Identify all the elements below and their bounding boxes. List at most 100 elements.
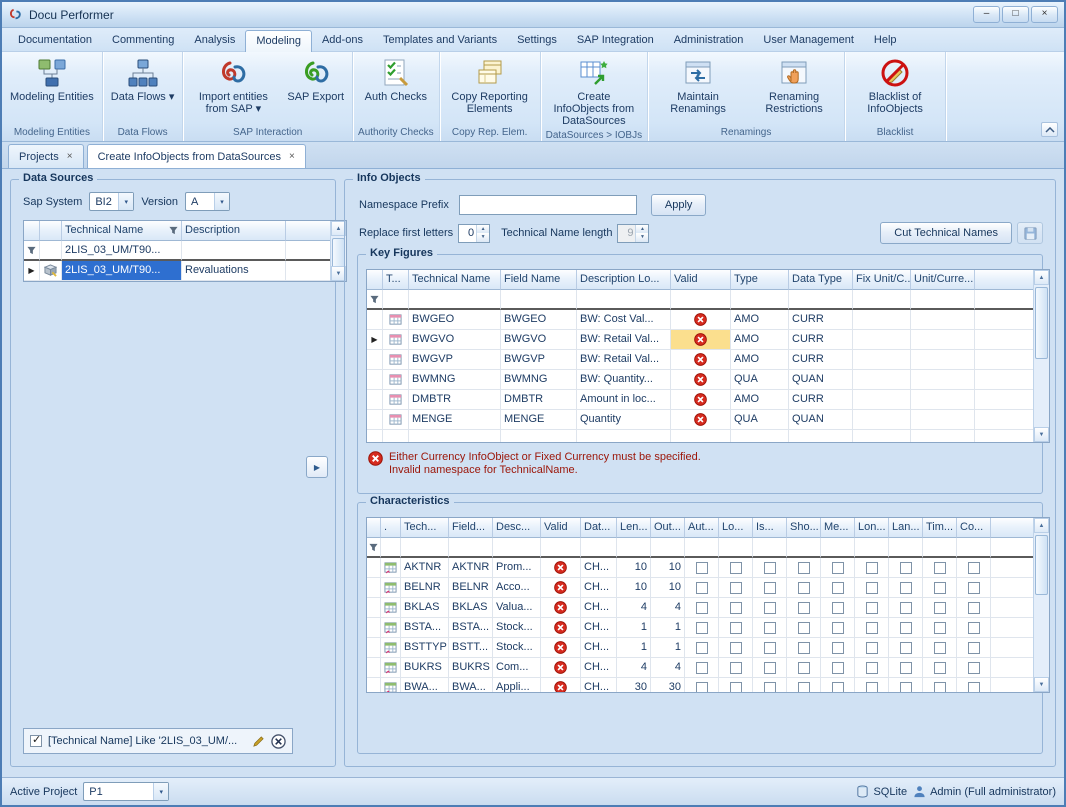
cell-unit-currency[interactable] [911,330,975,350]
cell-unit-currency[interactable] [911,310,975,330]
checkbox[interactable] [696,562,708,574]
checkbox[interactable] [696,682,708,694]
cell-output-length[interactable]: 4 [651,658,685,678]
cell-unit-currency[interactable] [911,370,975,390]
ribbon-button-data-flows[interactable]: Data Flows ▾ [106,54,180,125]
column-header[interactable]: Aut... [685,518,719,538]
checkbox[interactable] [934,622,946,634]
filter-cell[interactable] [449,538,493,558]
cell-flag[interactable] [855,658,889,678]
cell-field-name[interactable]: BELNR [449,578,493,598]
menu-tab-templates-and-variants[interactable]: Templates and Variants [373,30,507,51]
cell-data-type[interactable]: CURR [789,330,853,350]
cell-technical-name[interactable]: BKLAS [401,598,449,618]
cell-flag[interactable] [957,678,991,693]
save-button[interactable] [1017,222,1043,244]
checkbox[interactable] [900,562,912,574]
cell-description[interactable]: BW: Retail Val... [577,350,671,370]
cell-field-name[interactable]: BWA... [449,678,493,693]
datasource-row[interactable]: ▶ 2LIS_03_UM/T90... Revaluations [24,261,346,281]
replace-first-letters-stepper[interactable]: 0 ▲▼ [458,224,490,243]
cell-technical-name[interactable]: BWMNG [409,370,501,390]
checkbox[interactable] [798,662,810,674]
cell-technical-name[interactable]: BSTTYP [401,638,449,658]
column-header[interactable]: Is... [753,518,787,538]
checkbox[interactable] [934,602,946,614]
filter-cell[interactable] [855,538,889,558]
cell-flag[interactable] [855,678,889,693]
filter-cell[interactable] [789,290,853,310]
cell-data-type[interactable]: CH... [581,598,617,618]
cell-valid[interactable] [671,350,731,370]
cell-flag[interactable] [719,558,753,578]
cell-flag[interactable] [787,598,821,618]
edit-filter-button[interactable] [252,735,265,748]
checkbox[interactable] [968,662,980,674]
cell-flag[interactable] [855,638,889,658]
cell-data-type[interactable]: CURR [789,310,853,330]
database-indicator[interactable]: SQLite [856,785,907,798]
user-indicator[interactable]: Admin (Full administrator) [913,785,1056,798]
cell-description[interactable]: Valua... [493,598,541,618]
stepper-up-icon[interactable]: ▲ [477,225,489,234]
cell-fix-unit[interactable] [853,370,911,390]
cell-flag[interactable] [957,658,991,678]
checkbox[interactable] [730,562,742,574]
cell-flag[interactable] [821,678,855,693]
technical-name-length-stepper[interactable]: 9 ▲▼ [617,224,649,243]
filter-cell[interactable] [581,538,617,558]
checkbox[interactable] [696,662,708,674]
scroll-up-button[interactable]: ▲ [1034,270,1049,285]
cell-valid[interactable] [671,390,731,410]
cell-description[interactable]: Stock... [493,618,541,638]
cell-field-name[interactable]: BSTA... [449,618,493,638]
cell-flag[interactable] [753,618,787,638]
column-header-technical-name[interactable]: Technical Name [62,221,182,241]
menu-tab-help[interactable]: Help [864,30,907,51]
cell-data-type[interactable]: CH... [581,618,617,638]
filter-cell[interactable] [501,290,577,310]
checkbox[interactable] [798,682,810,694]
vertical-scrollbar[interactable]: ▲ ▼ [1033,270,1049,442]
ribbon-button-sap-export[interactable]: SAP Export [282,54,349,125]
cell-valid[interactable] [671,310,731,330]
checkbox[interactable] [696,622,708,634]
cell-description[interactable]: Com... [493,658,541,678]
cell-flag[interactable] [685,638,719,658]
filter-cell[interactable] [787,538,821,558]
cell-flag[interactable] [923,658,957,678]
vertical-scrollbar[interactable]: ▲ ▼ [1033,518,1049,692]
cell-field-name[interactable]: BUKRS [449,658,493,678]
column-header[interactable]: Field... [449,518,493,538]
cell-flag[interactable] [957,598,991,618]
cell-flag[interactable] [787,578,821,598]
key-figure-row[interactable]: BWGVPBWGVPBW: Retail Val...AMOCURR [367,350,1049,370]
characteristic-row[interactable]: AKTNRAKTNRProm...CH...1010 [367,558,1049,578]
cell-length[interactable]: 4 [617,658,651,678]
cell-flag[interactable] [685,578,719,598]
column-header[interactable]: Tim... [923,518,957,538]
cell-description[interactable]: BW: Quantity... [577,370,671,390]
column-header[interactable]: Len... [617,518,651,538]
menu-tab-documentation[interactable]: Documentation [8,30,102,51]
checkbox[interactable] [764,682,776,694]
filter-cell[interactable] [651,538,685,558]
cell-technical-name[interactable]: BWA... [401,678,449,693]
menu-tab-commenting[interactable]: Commenting [102,30,184,51]
characteristic-row[interactable]: BKLASBKLASValua...CH...44 [367,598,1049,618]
filter-cell[interactable] [383,290,409,310]
cell-flag[interactable] [923,558,957,578]
checkbox[interactable] [900,662,912,674]
cell-valid[interactable] [541,678,581,693]
column-header[interactable]: Co... [957,518,991,538]
cell-flag[interactable] [855,598,889,618]
cell-flag[interactable] [889,678,923,693]
cell-data-type[interactable]: CH... [581,678,617,693]
column-header[interactable]: Sho... [787,518,821,538]
stepper-down-icon[interactable]: ▼ [477,233,489,242]
cell-flag[interactable] [719,678,753,693]
checkbox[interactable] [968,622,980,634]
filter-cell[interactable] [731,290,789,310]
minimize-button[interactable]: – [973,6,1000,23]
cell-flag[interactable] [821,618,855,638]
